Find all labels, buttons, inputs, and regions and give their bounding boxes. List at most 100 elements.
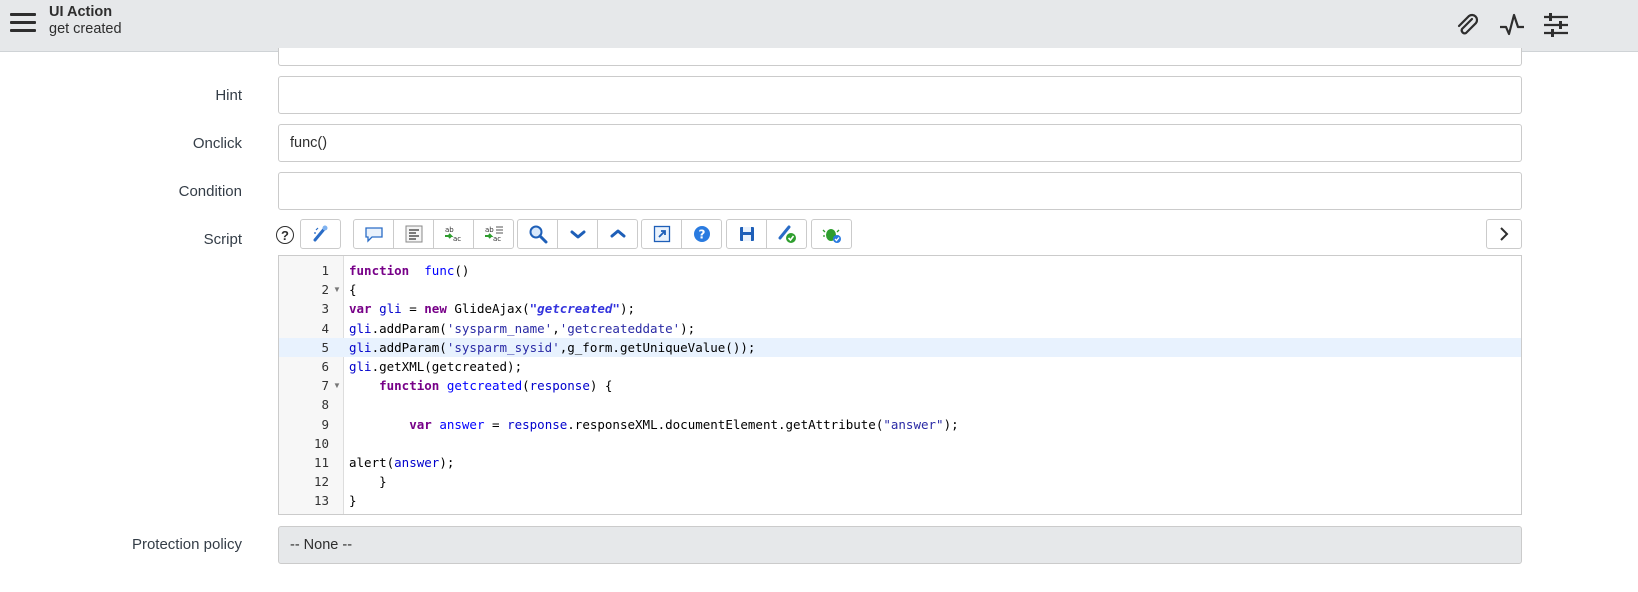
code-text: function getcreated(response) { — [349, 376, 612, 395]
protection-policy-select[interactable]: -- None -- — [278, 526, 1522, 564]
code-line[interactable]: 7 ▼ function getcreated(response) { — [279, 376, 1521, 395]
svg-text:ac: ac — [453, 235, 461, 243]
previous-icon[interactable] — [598, 220, 637, 248]
script-label: Script — [203, 231, 242, 248]
line-number: 13 — [313, 493, 329, 509]
replace-icon[interactable]: ab ac — [434, 220, 474, 248]
expand-right-button[interactable] — [1486, 219, 1522, 249]
fullscreen-icon[interactable] — [642, 220, 682, 248]
code-token: getcreated — [446, 378, 523, 394]
fold-arrow-icon[interactable]: ▼ — [333, 280, 341, 299]
onclick-label: Onclick — [192, 135, 242, 152]
line-number: 8 — [321, 397, 329, 413]
settings-sliders-icon[interactable] — [1540, 10, 1570, 40]
code-line[interactable]: 4 gli.addParam('sysparm_name','getcreated… — [279, 319, 1521, 338]
code-token: gli — [349, 320, 372, 336]
code-line[interactable]: 6 gli.getXML(getcreated); — [279, 357, 1521, 376]
script-editor[interactable]: 1 function func() 2 ▼{3 var gli = new GlideA… — [278, 255, 1522, 515]
code-token: response — [507, 416, 568, 432]
code-token: } — [349, 474, 387, 490]
format-code-icon[interactable] — [301, 220, 340, 248]
condition-input[interactable] — [278, 172, 1522, 210]
code-token: { — [349, 282, 357, 298]
line-number: 1 — [321, 263, 329, 278]
code-line[interactable]: 8 — [279, 395, 1521, 414]
svg-text:ac: ac — [493, 235, 501, 243]
paperclip-icon[interactable] — [1452, 10, 1482, 40]
code-token: "getcreated" — [529, 301, 620, 317]
help-icon[interactable]: ? — [682, 220, 721, 248]
line-number: 9 — [321, 416, 329, 432]
toolbar-group-edit: ab ac ab ac — [353, 219, 514, 249]
save-icon[interactable] — [727, 220, 767, 248]
line-number: 11 — [313, 455, 329, 470]
back-menu-icon[interactable] — [10, 13, 36, 35]
code-token: .responseXML.documentElement.getAttribut… — [567, 416, 884, 432]
code-text: gli.addParam('sysparm_name','getcreatedd… — [349, 319, 695, 338]
line-number: 6 — [321, 359, 329, 374]
code-token: ) { — [589, 378, 613, 394]
hint-input[interactable] — [278, 76, 1522, 114]
activity-icon[interactable] — [1497, 10, 1527, 40]
code-token: 'getcreateddate' — [559, 320, 681, 336]
code-token: } — [349, 493, 357, 509]
code-text: alert(answer); — [349, 453, 454, 472]
script-help-icon[interactable]: ? — [276, 226, 294, 244]
code-token: GlideAjax( — [446, 301, 530, 317]
line-number: 5 — [321, 339, 329, 355]
protection-policy-label: Protection policy — [131, 536, 242, 553]
code-token: "answer" — [883, 416, 944, 432]
previous-field-bottom — [278, 48, 1522, 66]
code-token: function — [379, 378, 440, 394]
toolbar-group-view: ? — [641, 219, 722, 249]
code-token: = — [401, 301, 425, 317]
code-text: } — [349, 472, 387, 491]
code-token: response — [529, 378, 590, 394]
format-text-icon[interactable] — [394, 220, 434, 248]
code-token: alert( — [349, 455, 395, 470]
code-line[interactable]: 11 alert(answer); — [279, 453, 1521, 472]
code-token: ( — [522, 378, 530, 394]
code-line[interactable]: 3 var gli = new GlideAjax("getcreated"); — [279, 299, 1521, 318]
script-check-icon[interactable] — [767, 220, 806, 248]
code-line[interactable]: 13} — [279, 491, 1521, 510]
onclick-input[interactable]: func() — [278, 124, 1522, 162]
svg-text:ab: ab — [485, 226, 494, 234]
code-line[interactable]: 1 function func() — [279, 261, 1521, 280]
svg-text:?: ? — [698, 228, 705, 242]
code-token: ); — [680, 320, 696, 336]
code-text: } — [349, 491, 357, 510]
code-token: ); — [619, 301, 636, 317]
toolbar-group-debug — [811, 219, 852, 249]
code-token: ); — [943, 416, 959, 432]
line-number: 10 — [313, 435, 329, 451]
code-line[interactable]: 2 ▼ { — [279, 280, 1521, 299]
code-token: gli — [349, 339, 372, 355]
code-token: = — [484, 416, 508, 432]
code-token: func — [424, 263, 455, 278]
fold-arrow-icon[interactable]: ▼ — [333, 376, 341, 395]
line-number: 4 — [321, 320, 329, 336]
code-text: function func() — [349, 261, 469, 280]
next-icon[interactable] — [558, 220, 598, 248]
code-line[interactable]: 9 var answer = response.responseXML.docu… — [279, 415, 1521, 434]
svg-text:ab: ab — [445, 226, 454, 234]
code-token: .getXML(getcreated); — [371, 359, 523, 374]
code-token: function — [349, 263, 410, 278]
code-line[interactable]: 10 — [279, 434, 1521, 453]
code-token: .addParam( — [371, 320, 447, 336]
search-icon[interactable] — [518, 220, 558, 248]
comment-icon[interactable] — [354, 220, 394, 248]
code-token: var — [349, 301, 372, 317]
code-line[interactable]: 12 } — [279, 472, 1521, 491]
toolbar-group-save — [726, 219, 807, 249]
code-line[interactable]: 5 gli.addParam('sysparm_sysid',g_form.get… — [279, 337, 1521, 357]
line-number: 3 — [321, 301, 329, 317]
line-number: 7 — [321, 378, 329, 394]
debug-icon[interactable] — [812, 220, 851, 248]
form-header: UI Action get created — [0, 0, 1638, 52]
replace-all-icon[interactable]: ab ac — [474, 220, 513, 248]
code-token: ); — [439, 455, 455, 470]
